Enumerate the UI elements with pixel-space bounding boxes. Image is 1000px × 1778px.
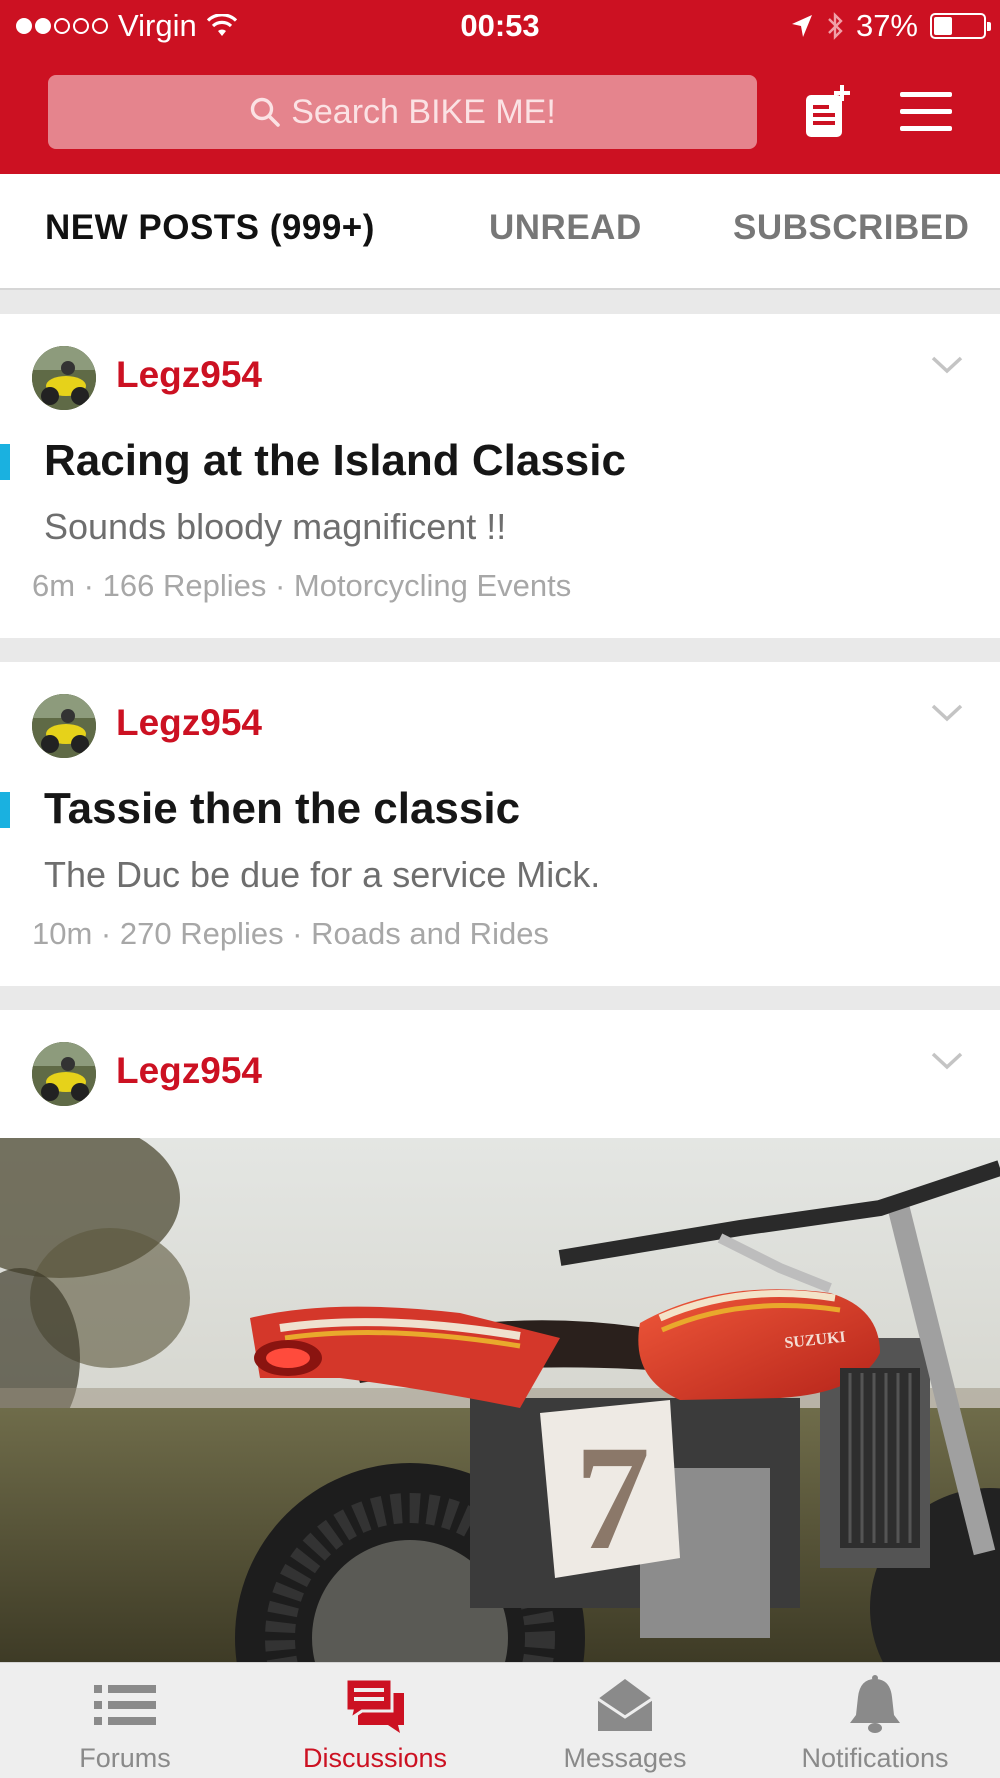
avatar[interactable] (32, 346, 96, 410)
battery-icon (930, 13, 991, 39)
post-meta: 10m · 270 Replies · Roads and Rides (32, 916, 549, 951)
post-card[interactable]: Legz954 Tassie then the classic The Duc … (0, 662, 1000, 986)
bell-icon (850, 1675, 900, 1733)
nav-forums[interactable]: Forums (0, 1663, 250, 1778)
chevron-down-icon[interactable] (930, 702, 964, 724)
battery-percent: 37% (855, 8, 918, 43)
nav-messages[interactable]: Messages (500, 1663, 750, 1778)
nav-notifications[interactable]: Notifications (750, 1663, 1000, 1778)
app-header: Virgin 00:53 37% Search BIKE ME! (0, 0, 1000, 174)
nav-label: Forums (79, 1743, 171, 1773)
search-placeholder: Search BIKE ME! (291, 92, 556, 131)
bottom-tab-bar: Forums Discussions Messages Notification… (0, 1662, 1000, 1778)
status-bar: Virgin 00:53 37% (0, 0, 1000, 56)
feed-tabs: NEW POSTS (999+) UNREAD SUBSCRIBED (0, 174, 1000, 290)
post-title[interactable]: Tassie then the classic (44, 784, 520, 834)
number-plate-text: 7 (575, 1415, 650, 1581)
tab-subscribed[interactable]: SUBSCRIBED (733, 208, 969, 248)
post-snippet: Sounds bloody magnificent !! (44, 506, 507, 547)
nav-discussions[interactable]: Discussions (250, 1663, 500, 1778)
unread-indicator (0, 792, 10, 828)
envelope-open-icon (597, 1679, 653, 1731)
post-title[interactable]: Racing at the Island Classic (44, 436, 626, 486)
post-snippet: The Duc be due for a service Mick. (44, 854, 601, 895)
avatar[interactable] (32, 1042, 96, 1106)
search-icon (251, 97, 281, 127)
nav-label: Discussions (302, 1743, 448, 1773)
post-author[interactable]: Legz954 (116, 1050, 262, 1092)
list-icon (94, 1685, 156, 1725)
tab-unread[interactable]: UNREAD (489, 208, 642, 248)
chevron-down-icon[interactable] (930, 1050, 964, 1072)
nav-label: Messages (563, 1743, 687, 1773)
post-image[interactable]: SUZUKI 7 (0, 1138, 1000, 1662)
tab-new-posts[interactable]: NEW POSTS (999+) (45, 208, 375, 248)
chat-bubbles-icon (344, 1677, 404, 1733)
bluetooth-icon (828, 12, 843, 40)
menu-icon[interactable] (900, 92, 954, 132)
status-right: 37% (790, 8, 991, 44)
search-input[interactable]: Search BIKE ME! (48, 75, 757, 149)
post-card[interactable]: Legz954 Racing at the Island Classic Sou… (0, 314, 1000, 638)
unread-indicator (0, 444, 10, 480)
post-meta: 6m · 166 Replies · Motorcycling Events (32, 568, 572, 603)
post-author[interactable]: Legz954 (116, 702, 262, 744)
post-author[interactable]: Legz954 (116, 354, 262, 396)
location-arrow-icon (791, 15, 812, 37)
nav-label: Notifications (801, 1743, 949, 1773)
chevron-down-icon[interactable] (930, 354, 964, 376)
avatar[interactable] (32, 694, 96, 758)
post-card[interactable]: Legz954 (0, 1010, 1000, 1138)
new-post-icon[interactable] (802, 85, 854, 141)
